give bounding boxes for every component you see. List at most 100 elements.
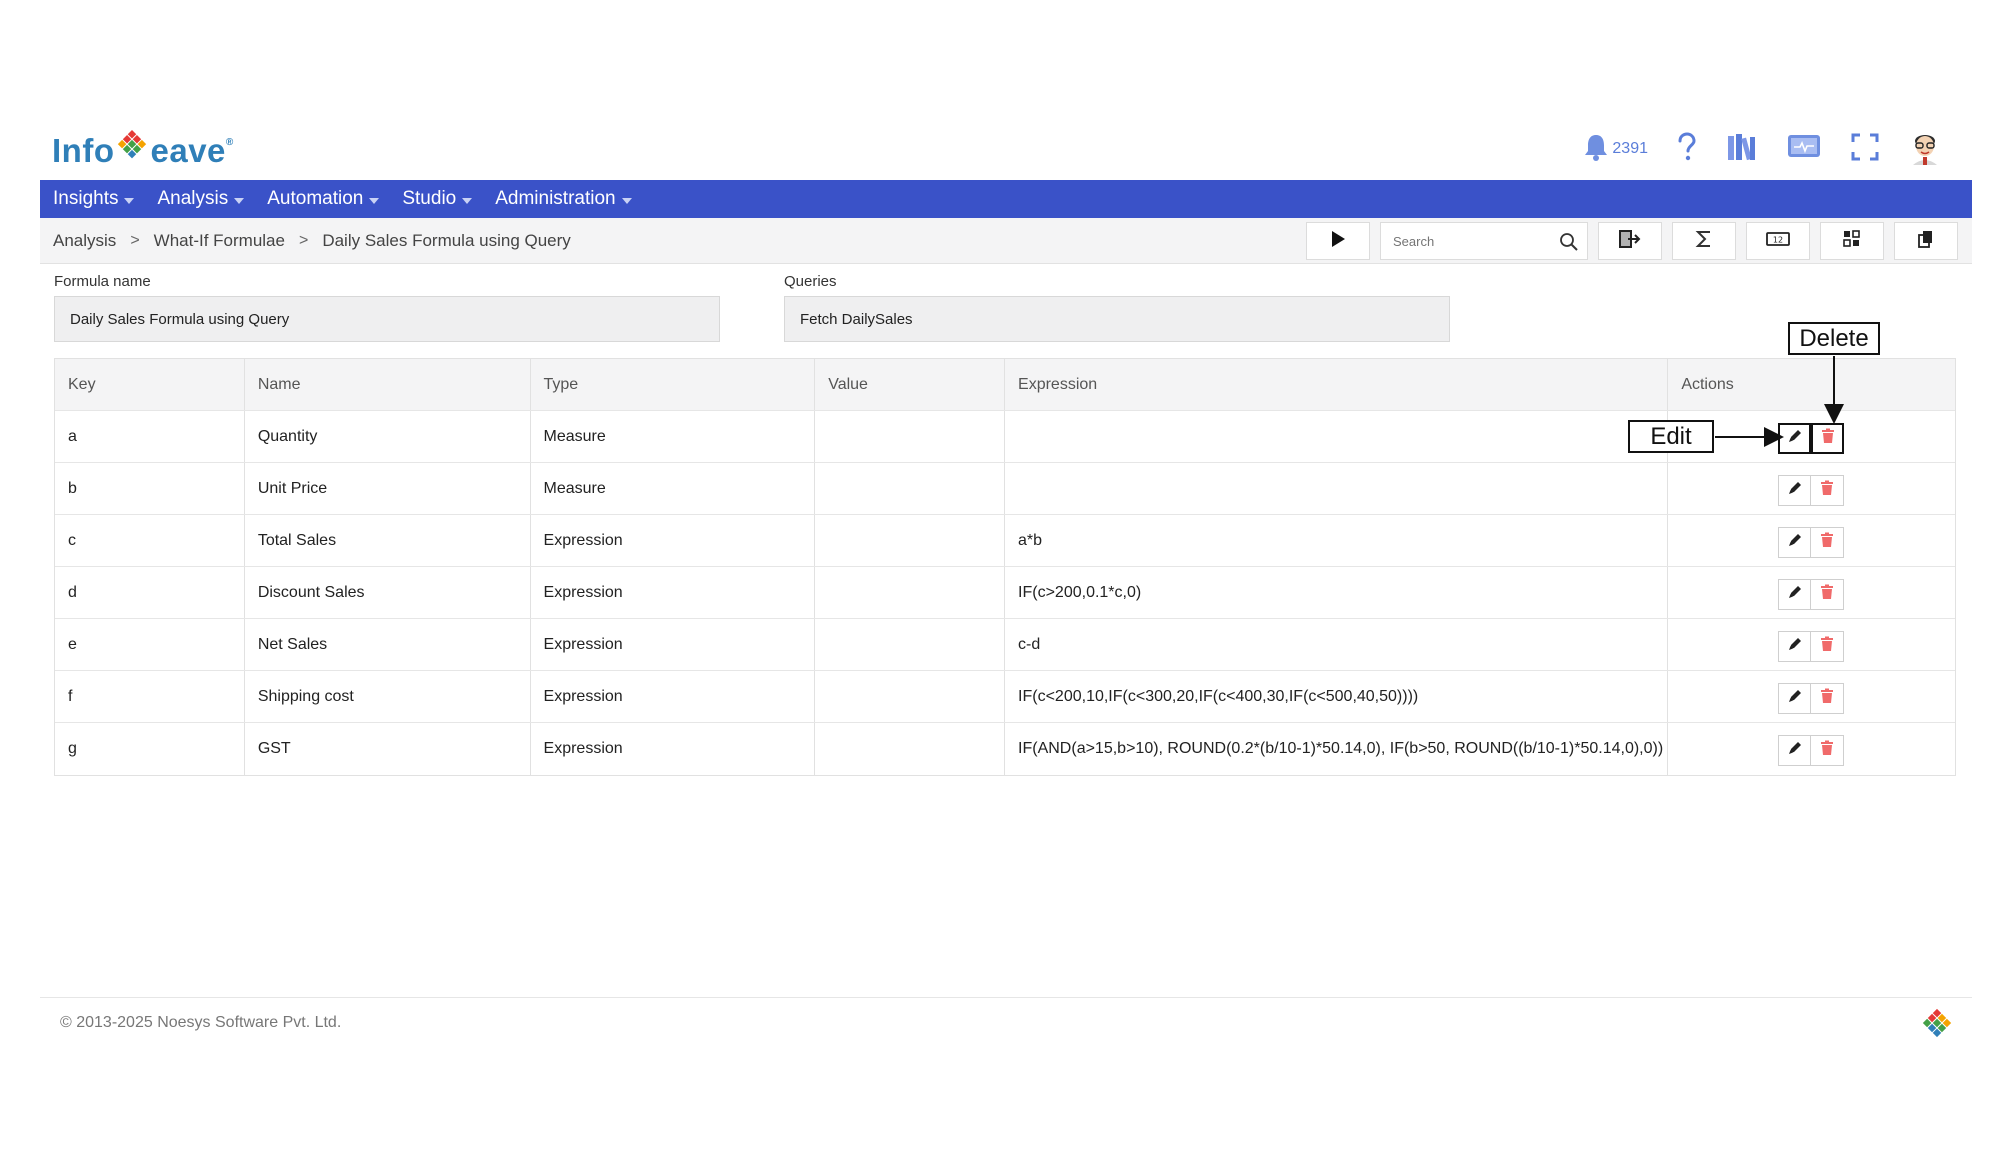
nav-studio[interactable]: Studio bbox=[402, 188, 473, 210]
nav-label: Automation bbox=[267, 188, 364, 209]
cell-type: Expression bbox=[531, 567, 816, 618]
infoveave-logo[interactable]: Info eave ® bbox=[52, 126, 234, 176]
column-header-actions: Actions bbox=[1681, 375, 1734, 393]
notifications-button[interactable]: 2391 bbox=[1582, 128, 1648, 170]
edit-button[interactable] bbox=[1778, 475, 1812, 506]
cell-actions bbox=[1668, 567, 1955, 618]
cell-type: Expression bbox=[531, 619, 816, 670]
table-header-row: Key Name Type Value Expression Actions bbox=[55, 359, 1955, 411]
search-icon[interactable] bbox=[1559, 232, 1579, 257]
table-row: g GST Expression IF(AND(a>15,b>10), ROUN… bbox=[55, 723, 1955, 775]
bell-icon bbox=[1582, 132, 1610, 167]
queries-input[interactable]: Fetch DailySales bbox=[784, 296, 1450, 342]
sigma-icon bbox=[1695, 229, 1713, 254]
cell-key: d bbox=[55, 567, 245, 618]
delete-button[interactable] bbox=[1811, 683, 1845, 714]
caret-down-icon bbox=[462, 197, 473, 204]
cell-name: Quantity bbox=[245, 411, 531, 462]
caret-down-icon bbox=[621, 197, 632, 204]
run-button[interactable] bbox=[1306, 222, 1370, 260]
delete-button[interactable] bbox=[1811, 475, 1845, 506]
cell-actions bbox=[1668, 463, 1955, 514]
delete-button[interactable] bbox=[1811, 423, 1845, 454]
trash-icon bbox=[1820, 584, 1834, 605]
nav-label: Analysis bbox=[157, 188, 229, 209]
delete-button[interactable] bbox=[1811, 527, 1845, 558]
app-header: Info eave ® 2391 bbox=[40, 118, 1972, 180]
delete-button[interactable] bbox=[1811, 735, 1845, 766]
search-input[interactable] bbox=[1381, 223, 1551, 259]
cell-type: Expression bbox=[531, 515, 816, 566]
cell-expression: IF(c<200,10,IF(c<300,20,IF(c<400,30,IF(c… bbox=[1005, 671, 1669, 722]
delete-button[interactable] bbox=[1811, 631, 1845, 662]
delete-button[interactable] bbox=[1811, 579, 1845, 610]
cell-key: g bbox=[55, 723, 245, 775]
books-icon bbox=[1726, 131, 1758, 168]
trash-icon bbox=[1820, 480, 1834, 501]
row-actions bbox=[1778, 527, 1845, 558]
edit-button[interactable] bbox=[1778, 735, 1812, 766]
edit-button[interactable] bbox=[1778, 527, 1812, 558]
library-button[interactable] bbox=[1726, 128, 1758, 170]
sum-button[interactable] bbox=[1672, 222, 1736, 260]
expand-icon bbox=[1850, 132, 1880, 167]
search-box bbox=[1380, 222, 1588, 260]
edit-button[interactable] bbox=[1778, 683, 1812, 714]
cell-value bbox=[815, 515, 1006, 566]
toolbar: 12 bbox=[1296, 222, 1958, 260]
breadcrumb-bar: Analysis > What-If Formulae > Daily Sale… bbox=[40, 218, 1972, 264]
cell-expression: IF(AND(a>15,b>10), ROUND(0.2*(b/10-1)*50… bbox=[1005, 723, 1669, 775]
main-nav: Insights Analysis Automation Studio Admi… bbox=[40, 180, 1972, 218]
logo-text-left: Info bbox=[52, 132, 115, 169]
svg-text:12: 12 bbox=[1773, 235, 1783, 244]
cell-name: Discount Sales bbox=[245, 567, 531, 618]
logo-w-icon bbox=[115, 130, 149, 172]
monitor-button[interactable] bbox=[1786, 128, 1822, 170]
user-avatar[interactable] bbox=[1908, 128, 1942, 170]
number-box-icon: 12 bbox=[1765, 230, 1791, 253]
edit-button[interactable] bbox=[1778, 423, 1812, 454]
row-actions bbox=[1778, 423, 1845, 454]
nav-insights[interactable]: Insights bbox=[53, 188, 135, 210]
cell-name: GST bbox=[245, 723, 531, 775]
cell-key: e bbox=[55, 619, 245, 670]
nav-automation[interactable]: Automation bbox=[267, 188, 380, 210]
nav-analysis[interactable]: Analysis bbox=[157, 188, 245, 210]
cell-expression bbox=[1005, 411, 1669, 462]
column-header-name: Name bbox=[245, 359, 531, 410]
nav-label: Studio bbox=[402, 188, 457, 209]
help-button[interactable] bbox=[1676, 128, 1698, 170]
grid-icon bbox=[1842, 229, 1862, 254]
cell-type: Expression bbox=[531, 723, 816, 775]
row-actions bbox=[1778, 735, 1845, 766]
caret-down-icon bbox=[234, 197, 245, 204]
cell-key: a bbox=[55, 411, 245, 462]
formula-name-input[interactable]: Daily Sales Formula using Query bbox=[54, 296, 720, 342]
column-header-type: Type bbox=[531, 359, 816, 410]
edit-button[interactable] bbox=[1778, 631, 1812, 662]
cell-type: Measure bbox=[531, 463, 816, 514]
pencil-icon bbox=[1787, 740, 1803, 761]
cell-name: Net Sales bbox=[245, 619, 531, 670]
number-input-button[interactable]: 12 bbox=[1746, 222, 1810, 260]
cell-value bbox=[815, 411, 1006, 462]
widgets-button[interactable] bbox=[1820, 222, 1884, 260]
copy-button[interactable] bbox=[1894, 222, 1958, 260]
edit-button[interactable] bbox=[1778, 579, 1812, 610]
monitor-icon bbox=[1786, 132, 1822, 167]
table-row: f Shipping cost Expression IF(c<200,10,I… bbox=[55, 671, 1955, 723]
column-header-expression: Expression bbox=[1005, 359, 1669, 410]
trash-icon bbox=[1820, 688, 1834, 709]
cell-key: b bbox=[55, 463, 245, 514]
nav-administration[interactable]: Administration bbox=[495, 188, 632, 210]
chevron-right-icon: > bbox=[130, 232, 140, 249]
cell-value bbox=[815, 463, 1006, 514]
cell-name: Unit Price bbox=[245, 463, 531, 514]
question-mark-icon bbox=[1676, 131, 1698, 167]
table-row: c Total Sales Expression a*b bbox=[55, 515, 1955, 567]
fullscreen-button[interactable] bbox=[1850, 128, 1880, 170]
cell-name: Total Sales bbox=[245, 515, 531, 566]
breadcrumb-analysis[interactable]: Analysis bbox=[53, 231, 116, 251]
export-button[interactable] bbox=[1598, 222, 1662, 260]
breadcrumb-what-if-formulae[interactable]: What-If Formulae bbox=[154, 231, 285, 251]
